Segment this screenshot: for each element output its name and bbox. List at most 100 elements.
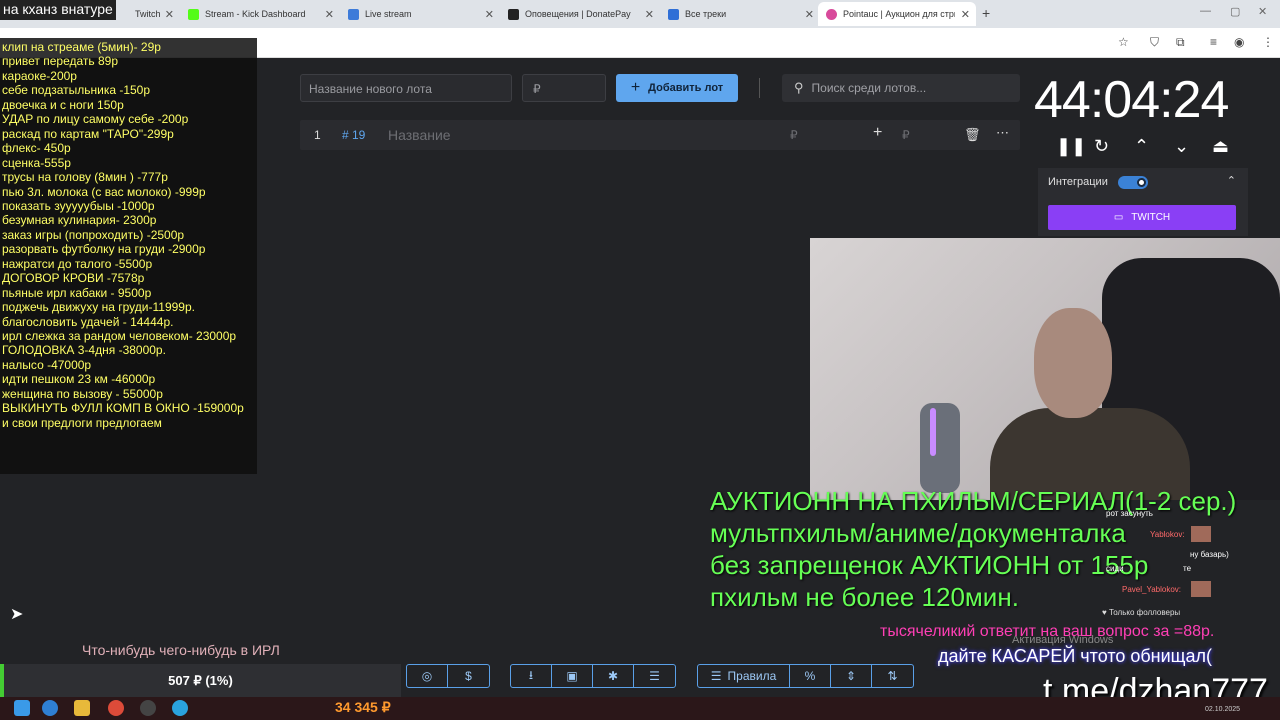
kick-icon [188,8,199,20]
rules-button[interactable]: ☰ Правила [698,665,790,687]
chevron-up-icon[interactable]: ⌃ [1134,136,1149,157]
add-amount-field[interactable]: ₽ [902,128,910,142]
price-list-item: идти пешком 23 км -46000р [2,372,156,387]
music-icon [668,8,679,20]
price-list-item: себе подзатыльника -150р [2,83,151,98]
pause-icon[interactable]: ❚❚ [1056,136,1086,157]
price-list-item: УДАР по лицу самому себе -200р [2,112,189,127]
chrome-icon[interactable] [108,700,124,716]
integrations-label: Интеграции [1048,176,1108,188]
chat-emote [1191,581,1211,597]
collapse-icon[interactable]: ⏏ [1212,136,1229,157]
close-icon[interactable]: ✕ [805,8,814,21]
clear-list-icon[interactable]: ☰ [634,665,675,687]
playlist-icon[interactable]: ≡ [1210,35,1217,49]
price-list-item: показать зууууубыы -1000р [2,198,155,213]
star-icon[interactable]: ☆ [1118,35,1129,49]
window-close-icon[interactable]: ✕ [1258,5,1267,18]
save-icon[interactable]: ▣ [552,665,593,687]
tab-tracks[interactable]: Все треки ✕ [660,2,820,26]
edge-icon[interactable] [42,700,58,716]
tab-live-stream[interactable]: Live stream ✕ [340,2,500,26]
tab-label: Twitch [135,9,161,19]
lot-amount-input[interactable]: ₽ [522,74,606,102]
integrations-panel: Интеграции ⌃ ▭ TWITCH [1038,168,1248,236]
price-list-item: ВЫКИНУТЬ ФУЛЛ КОМП В ОКНО -159000р [2,401,244,416]
telegram-taskbar-icon[interactable] [172,700,188,716]
lot-name-input[interactable]: Название [388,127,451,143]
close-icon[interactable]: ✕ [325,8,334,21]
github-icon[interactable]: ◎ [407,665,448,687]
progress-label: 507 ₽ (1%) [168,673,233,688]
chevron-up-icon[interactable]: ⌃ [1227,174,1236,187]
auction-line: мультпхильм/аниме/документалка [710,518,1126,548]
new-lot-input[interactable]: Название нового лота [300,74,512,102]
chat-username: Yablokov: [1150,530,1185,539]
taskbar-date: 02.10.2025 [1205,706,1241,713]
lot-amount-field[interactable]: ₽ [790,128,798,142]
add-amount-icon[interactable]: + [873,124,882,142]
close-icon[interactable]: ✕ [485,8,494,21]
price-list-overlay: на кханз внатуре клип на стреаме (5мин)-… [0,0,257,474]
chevron-down-icon[interactable]: ⌄ [1174,136,1189,157]
price-list-item: трусы на голову (8мин ) -777р [2,170,168,185]
avatar[interactable]: ◉ [1234,35,1244,49]
price-list-item: и свои предлоги предлогаем [2,415,162,430]
tab-donatepay[interactable]: Оповещения | DonatePay ✕ [500,2,660,26]
chat-emote [1191,526,1211,542]
price-list-item: сценка-555р [2,155,71,170]
price-list-item: привет передать 89р [2,54,118,69]
close-icon[interactable]: ✕ [961,8,970,21]
price-list-item: ГОЛОДОВКА 3-4дня -38000р. [2,343,166,358]
tab-kick[interactable]: Stream - Kick Dashboard ✕ [180,2,340,26]
obs-icon[interactable] [140,700,156,716]
price-list-item: нажратси до талого -5500р [2,256,153,271]
rules-label: Правила [727,669,777,683]
close-icon[interactable]: ✕ [645,8,654,21]
menu-icon[interactable]: ⋮ [1262,35,1274,49]
link-button-group: ◎ $ [406,664,490,688]
download-icon[interactable]: ⭳ [511,665,552,687]
price-list-item: двоечка и с ноги 150р [2,97,124,112]
donation-progress-bar: 507 ₽ (1%) [0,664,401,697]
folder-icon[interactable] [74,700,90,716]
integrations-toggle[interactable] [1118,176,1148,189]
price-list-item: пьяные ирл кабаки - 9500р [2,285,152,300]
bug-icon[interactable]: ✱ [593,665,634,687]
rules-button-group: ☰ Правила % ⇕ ⇅ [697,664,914,688]
new-tab-button[interactable]: + [982,5,990,21]
tab-label: Live stream [365,9,412,19]
close-icon[interactable]: ✕ [165,8,174,21]
sort-icon[interactable]: ⇅ [872,665,913,687]
question-price-text: тысячеликий ответит на ваш вопрос за =88… [880,623,1215,640]
price-list-item: ДОГОВОР КРОВИ -7578р [2,271,145,286]
split-icon[interactable]: ⇕ [831,665,872,687]
twitch-button[interactable]: ▭ TWITCH [1048,205,1236,230]
list-icon: ☰ [710,669,722,683]
price-list-item: поджечь движуху на груди-11999р. [2,300,195,315]
puzzle-icon[interactable]: ⧉ [1176,35,1185,50]
search-input[interactable]: ⚲ Поиск среди лотов... [782,74,1020,102]
twitch-label: TWITCH [1131,212,1171,223]
percent-icon[interactable]: % [790,665,831,687]
donation-total: 34 345 ₽ [335,699,391,715]
trash-icon[interactable]: 🗑 [964,127,981,143]
extension-icon[interactable]: ⛉ [1150,35,1159,50]
more-icon[interactable]: ⋯ [996,125,1009,141]
plus-icon: + [630,79,641,96]
reset-icon[interactable]: ↻ [1094,136,1109,157]
windows-start-icon[interactable] [14,700,30,716]
price-list-item: женщина по вызову - 55000р [2,386,163,401]
price-list-item: разорвать футболку на груди -2900р [2,242,206,257]
maximize-icon[interactable]: ▢ [1230,5,1240,18]
browser-tabbar: Twitch ✕ Stream - Kick Dashboard ✕ Live … [0,0,1280,28]
tab-pointauc[interactable]: Pointauc | Аукцион для стрима ✕ [818,2,976,26]
add-lot-button[interactable]: + Добавить лот [616,74,738,102]
donate-icon[interactable]: $ [448,665,489,687]
screen: Twitch ✕ Stream - Kick Dashboard ✕ Live … [0,0,1280,720]
minimize-icon[interactable]: — [1200,5,1211,17]
telegram-icon[interactable]: ➤ [10,604,23,624]
price-list-item: ирл слежка за рандом человеком- 23000р [2,329,237,343]
lot-id: # 19 [342,128,366,142]
price-list-item: заказ игры (попроходить) -2500р [2,227,185,242]
